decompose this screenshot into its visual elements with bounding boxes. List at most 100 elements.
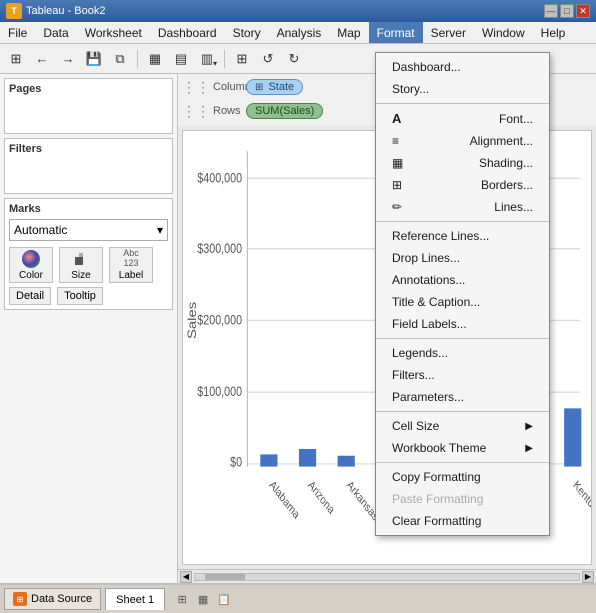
format-title-caption[interactable]: Title & Caption... (376, 291, 549, 313)
format-shading-icon: ▦ (392, 156, 412, 170)
menu-dashboard[interactable]: Dashboard (150, 22, 225, 43)
format-paste-formatting-label: Paste Formatting (392, 492, 483, 506)
menu-data[interactable]: Data (35, 22, 76, 43)
columns-pill[interactable]: ⊞ State (246, 79, 303, 95)
mark-color-btn[interactable]: Color (9, 247, 53, 283)
detail-btn[interactable]: Detail (9, 287, 51, 305)
toolbar-new[interactable]: ⊞ (4, 48, 28, 70)
left-panel: Pages Filters Marks Automatic ▾ Color (0, 74, 178, 583)
toolbar-sep-2 (224, 50, 225, 68)
toolbar-forward[interactable]: → (56, 48, 80, 70)
sheet-tab[interactable]: Sheet 1 (105, 588, 165, 610)
format-dashboard[interactable]: Dashboard... (376, 56, 549, 78)
size-icon (72, 250, 90, 268)
format-ref-lines[interactable]: Reference Lines... (376, 225, 549, 247)
toolbar-undo[interactable]: ↺ (256, 48, 280, 70)
format-font-icon-prefix: A (392, 111, 412, 126)
toolbar-redo[interactable]: ↻ (282, 48, 306, 70)
new-worksheet-btn[interactable]: ⊞ (173, 590, 191, 608)
menu-worksheet[interactable]: Worksheet (77, 22, 150, 43)
format-lines[interactable]: ✏ Lines... (376, 196, 549, 218)
bottom-bar: ⊞ Data Source Sheet 1 ⊞ ▦ 📋 (0, 583, 596, 613)
tooltip-btn[interactable]: Tooltip (57, 287, 103, 305)
mark-label-btn[interactable]: Abc123 Label (109, 247, 153, 283)
format-filters[interactable]: Filters... (376, 364, 549, 386)
format-parameters-label: Parameters... (392, 390, 464, 404)
toolbar-save[interactable]: 💾 (82, 48, 106, 70)
toolbar-chart2[interactable]: ▤ (169, 48, 193, 70)
format-workbook-theme[interactable]: Workbook Theme ▶ (376, 437, 549, 459)
marks-dropdown-label: Automatic (14, 223, 67, 237)
marks-dropdown[interactable]: Automatic ▾ (9, 219, 168, 241)
format-field-labels-label: Field Labels... (392, 317, 467, 331)
menu-analysis[interactable]: Analysis (269, 22, 330, 43)
format-clear-formatting[interactable]: Clear Formatting (376, 510, 549, 532)
svg-text:$300,000: $300,000 (197, 241, 242, 257)
rows-pill[interactable]: SUM(Sales) (246, 103, 323, 119)
format-font[interactable]: A Font... (376, 107, 549, 130)
menu-story[interactable]: Story (225, 22, 269, 43)
sep-5 (376, 462, 549, 463)
mark-color-label: Color (19, 270, 43, 281)
label-icon: Abc123 (122, 250, 140, 268)
rows-label: ⋮⋮ Rows (182, 104, 242, 118)
format-legends[interactable]: Legends... (376, 342, 549, 364)
marks-dropdown-arrow: ▾ (157, 223, 163, 237)
format-field-labels[interactable]: Field Labels... (376, 313, 549, 335)
minimize-button[interactable]: — (544, 4, 558, 18)
scroll-track[interactable] (194, 573, 580, 581)
toolbar-duplicate[interactable]: ⧉ (108, 48, 132, 70)
marks-title: Marks (9, 203, 168, 215)
filters-content (9, 159, 168, 189)
menu-map[interactable]: Map (329, 22, 368, 43)
close-button[interactable]: ✕ (576, 4, 590, 18)
toolbar-back[interactable]: ← (30, 48, 54, 70)
columns-dots-icon: ⋮⋮ (182, 80, 210, 94)
format-borders[interactable]: ⊞ Borders... (376, 174, 549, 196)
marks-icons: Color Size Abc123 Label (9, 247, 168, 283)
new-dashboard-btn[interactable]: ▦ (194, 590, 212, 608)
horizontal-scrollbar[interactable]: ◀ ▶ (178, 569, 596, 583)
toolbar-filter[interactable]: ⊞ (230, 48, 254, 70)
marks-section: Marks Automatic ▾ Color Size Abc123 (4, 198, 173, 310)
format-copy-formatting[interactable]: Copy Formatting (376, 466, 549, 488)
datasource-label: Data Source (31, 593, 92, 605)
datasource-tab[interactable]: ⊞ Data Source (4, 588, 101, 610)
menu-help[interactable]: Help (533, 22, 574, 43)
columns-label: ⋮⋮ Columns (182, 80, 242, 94)
format-drop-lines[interactable]: Drop Lines... (376, 247, 549, 269)
scroll-left-btn[interactable]: ◀ (180, 571, 192, 583)
maximize-button[interactable]: □ (560, 4, 574, 18)
scroll-right-btn[interactable]: ▶ (582, 571, 594, 583)
mark-size-btn[interactable]: Size (59, 247, 103, 283)
format-shading[interactable]: ▦ Shading... (376, 152, 549, 174)
svg-text:Alabama: Alabama (267, 478, 302, 522)
scroll-thumb[interactable] (205, 574, 245, 580)
format-borders-icon: ⊞ (392, 178, 412, 192)
format-dropdown-menu: Dashboard... Story... A Font... ≡ Alignm… (375, 52, 550, 536)
toolbar-sep-1 (137, 50, 138, 68)
format-parameters[interactable]: Parameters... (376, 386, 549, 408)
format-annotations[interactable]: Annotations... (376, 269, 549, 291)
menu-file[interactable]: File (0, 22, 35, 43)
sep-2 (376, 221, 549, 222)
format-alignment-icon: ≡ (392, 134, 412, 148)
menu-server[interactable]: Server (423, 22, 474, 43)
title-bar: T Tableau - Book2 — □ ✕ (0, 0, 596, 22)
svg-text:$0: $0 (230, 454, 242, 470)
menu-format[interactable]: Format (369, 22, 423, 43)
toolbar-chart1[interactable]: ▦ (143, 48, 167, 70)
window-controls: — □ ✕ (544, 4, 590, 18)
format-story-label: Story... (392, 82, 429, 96)
filters-section: Filters (4, 138, 173, 194)
format-story[interactable]: Story... (376, 78, 549, 100)
menu-window[interactable]: Window (474, 22, 533, 43)
format-cell-size[interactable]: Cell Size ▶ (376, 415, 549, 437)
format-workbook-theme-label: Workbook Theme (392, 441, 486, 455)
tab-action-icons: ⊞ ▦ 📋 (173, 590, 233, 608)
format-alignment[interactable]: ≡ Alignment... (376, 130, 549, 152)
rows-dots-icon: ⋮⋮ (182, 104, 210, 118)
toolbar-chart3[interactable]: ▥▾ (195, 48, 219, 70)
new-story-btn[interactable]: 📋 (215, 590, 233, 608)
columns-pill-text: State (268, 81, 294, 93)
